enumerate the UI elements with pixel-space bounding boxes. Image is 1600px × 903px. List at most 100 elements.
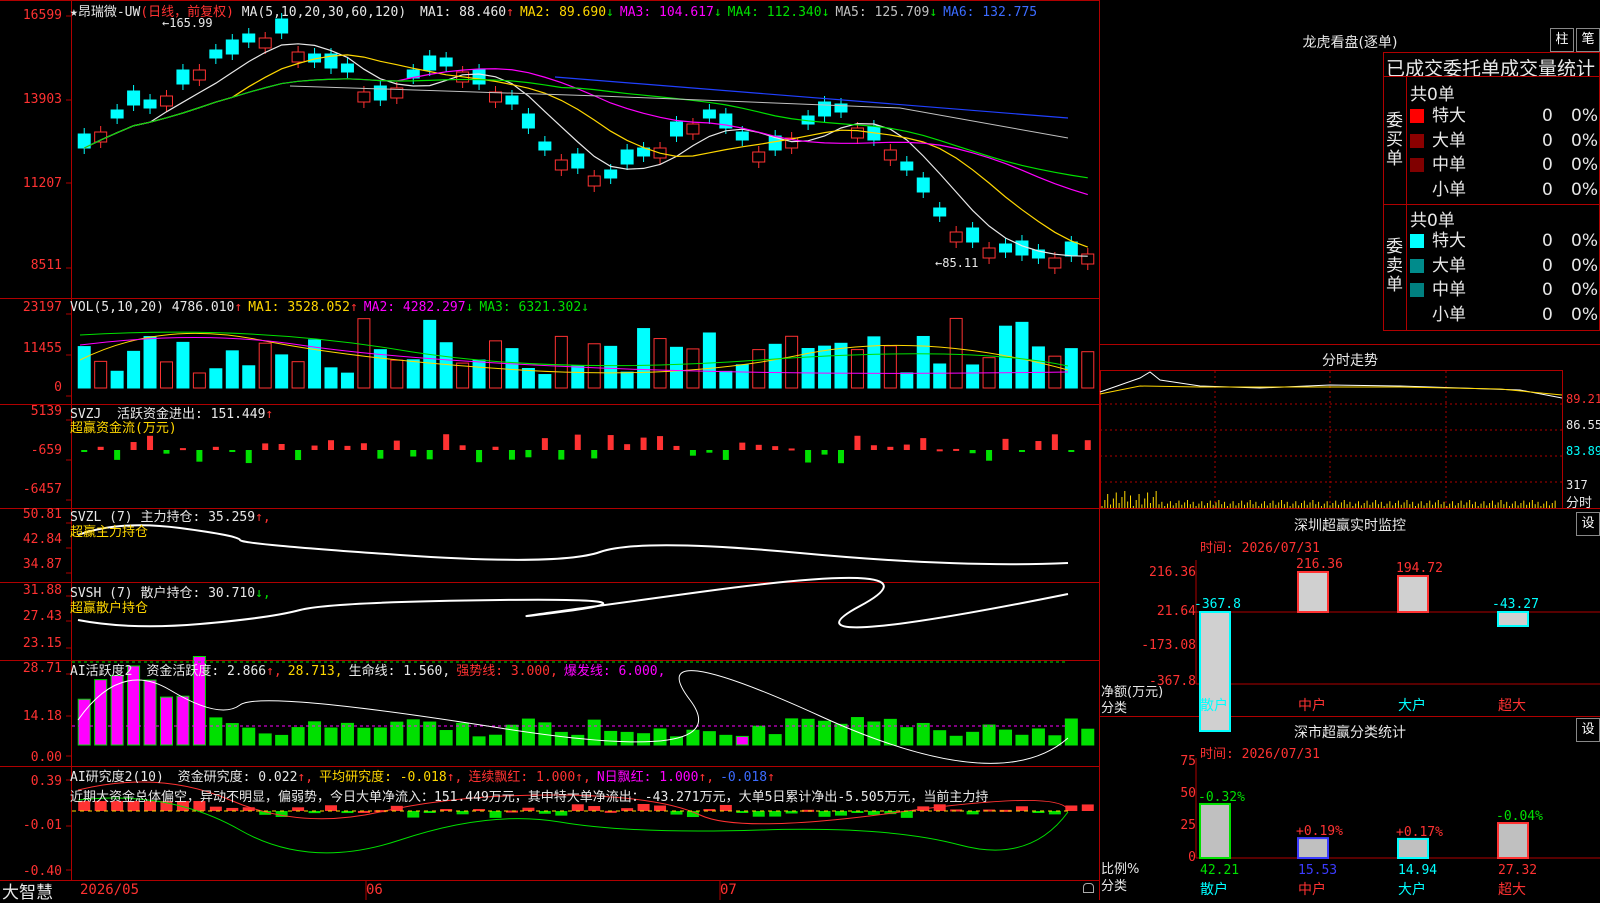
activity-bar <box>1015 734 1029 746</box>
research-bar <box>654 805 667 811</box>
candle <box>373 85 387 101</box>
activity-bar <box>999 729 1013 746</box>
flow-bar <box>130 442 137 450</box>
flow-bar <box>278 444 285 450</box>
flow-bar <box>1068 450 1075 452</box>
sz-class-bar <box>1397 837 1429 859</box>
ai2-axis-label: 0.39 <box>30 774 62 789</box>
lock-icon[interactable] <box>1083 883 1094 893</box>
sz-monitor-bar <box>1497 611 1529 627</box>
flow-bar <box>459 445 466 450</box>
category-label: 散户 <box>1200 881 1228 898</box>
activity-bar <box>340 722 354 746</box>
candle <box>982 247 996 259</box>
indicator-value: MA3: 104.617↓ <box>619 5 722 20</box>
research-bar <box>1048 811 1061 815</box>
intraday-axis-label: 89.21 <box>1566 392 1600 406</box>
candle <box>587 175 601 187</box>
sz-class-settings-button[interactable]: 设 <box>1576 718 1600 742</box>
candle <box>209 49 223 59</box>
order-row: 特大 0 0% <box>1410 229 1600 253</box>
flow-bar <box>838 450 844 464</box>
volume-value: 4786.010 <box>171 300 235 315</box>
candle <box>225 39 239 55</box>
indicator-value: 平均研究度: -0.018↑, <box>319 770 463 785</box>
candle <box>818 101 832 117</box>
candle <box>1015 240 1029 256</box>
sell-total: 共0单 <box>1410 211 1455 231</box>
volume-axis-label: 11455 <box>22 341 62 356</box>
svzj-subtitle: 超赢资金流(万元) <box>70 421 177 436</box>
stock-chart-area[interactable] <box>0 0 1100 900</box>
research-bar <box>209 806 222 811</box>
legend-swatch <box>1410 109 1424 123</box>
candle <box>242 33 256 43</box>
indicator-value: 28.713, <box>287 664 343 679</box>
bar-mode-button[interactable]: 柱 <box>1550 28 1574 52</box>
legend-swatch <box>1410 158 1424 172</box>
activity-bar <box>94 679 108 746</box>
flow-bar <box>558 450 565 460</box>
activity-bar <box>373 727 387 746</box>
date-label: 06 <box>366 882 383 898</box>
candle <box>752 151 766 163</box>
tick-mode-button[interactable]: 笔 <box>1576 28 1600 52</box>
volume-bar <box>159 361 173 389</box>
sz-class-bar <box>1497 822 1529 859</box>
research-bar <box>966 811 979 815</box>
volume-bar <box>324 367 338 389</box>
volume-bar <box>768 343 782 389</box>
activity-bar <box>801 718 815 746</box>
flow-bar <box>821 450 828 455</box>
volume-bar <box>242 365 256 389</box>
activity-bar <box>209 717 223 746</box>
volume-bar <box>686 348 700 389</box>
sz-monitor-bar <box>1397 575 1429 613</box>
flow-bar <box>673 445 680 450</box>
svzl-axis-label: 50.81 <box>22 507 62 522</box>
legend-swatch <box>1410 307 1424 322</box>
research-bar <box>588 806 601 811</box>
flow-bar <box>492 446 499 450</box>
candle <box>357 91 371 103</box>
activity-bar <box>768 734 782 746</box>
sz-monitor-axis: 216.36 <box>1149 565 1196 580</box>
research-bar <box>571 804 584 811</box>
flow-bar <box>147 435 154 450</box>
flow-bar <box>1084 440 1091 450</box>
candle <box>505 95 519 105</box>
activity-bar <box>1081 728 1095 746</box>
volume-bar <box>456 362 470 389</box>
sz-class-axis: 0 <box>1188 850 1196 865</box>
sz-monitor-axis: -173.08 <box>1141 638 1196 653</box>
ai1-axis-label: 0.00 <box>30 750 62 765</box>
flow-bar <box>788 448 795 451</box>
flow-bar <box>360 443 367 450</box>
activity-bar <box>406 719 420 746</box>
volume-bar <box>94 360 108 389</box>
activity-bar <box>620 731 634 746</box>
research-bar <box>407 811 420 818</box>
flow-bar <box>887 446 894 450</box>
sz-class-axis: 50 <box>1180 786 1196 801</box>
activity-bar <box>505 724 519 746</box>
volume-bar <box>933 363 947 389</box>
sz-monitor-value: -43.27 <box>1492 597 1539 612</box>
sz-monitor-settings-button[interactable]: 设 <box>1576 512 1600 536</box>
favorite-star-icon[interactable]: ★ <box>70 5 78 20</box>
sz-monitor-value: 216.36 <box>1296 557 1343 572</box>
sz-class-value: 42.21 <box>1200 863 1239 878</box>
activity-bar <box>949 735 963 746</box>
flow-bar <box>410 450 417 457</box>
activity-bar <box>653 728 667 746</box>
intraday-axis-label: 86.55 <box>1566 418 1600 432</box>
svsh-axis-label: 31.88 <box>22 583 62 598</box>
activity-bar <box>571 734 585 746</box>
volume-bar <box>225 350 239 389</box>
category-label: 中户 <box>1298 697 1326 714</box>
stock-name: 昂瑞微-UW <box>77 5 141 20</box>
volume-bar <box>390 359 404 389</box>
ai1-axis-label: 28.71 <box>22 661 62 676</box>
candle <box>702 109 716 119</box>
candle <box>439 57 453 67</box>
